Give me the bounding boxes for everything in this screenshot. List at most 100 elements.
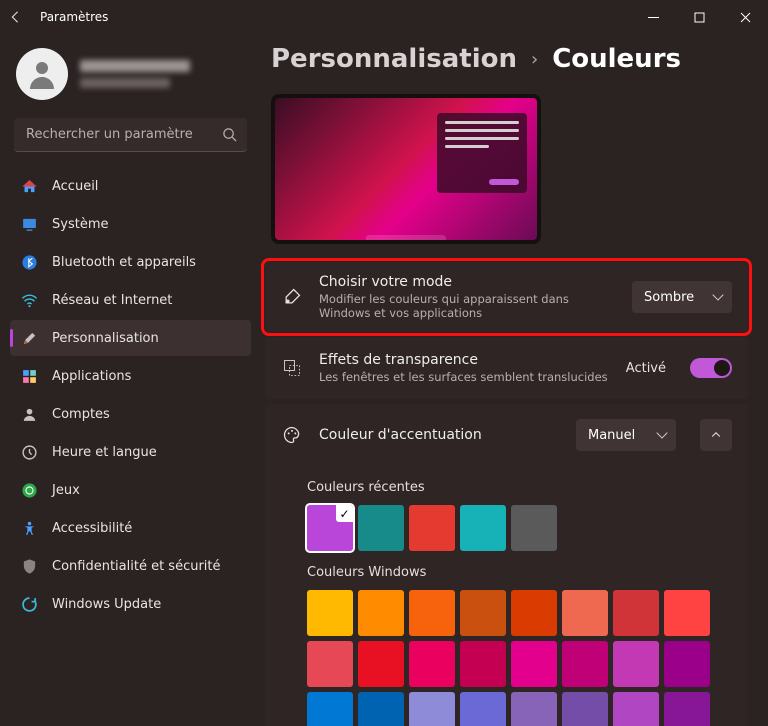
color-swatch[interactable]: [460, 692, 506, 726]
sidebar-item-label: Comptes: [52, 407, 110, 422]
transparency-toggle[interactable]: [690, 358, 732, 378]
bluetooth-icon: [20, 253, 38, 271]
search-input[interactable]: [24, 126, 222, 143]
page-title: Couleurs: [552, 44, 681, 74]
sidebar-item-jeux[interactable]: Jeux: [10, 472, 251, 508]
color-swatch[interactable]: [409, 641, 455, 687]
color-swatch[interactable]: [613, 692, 659, 726]
search-icon: [222, 127, 237, 142]
color-swatch[interactable]: [613, 641, 659, 687]
sidebar-item-bluetooth[interactable]: Bluetooth et appareils: [10, 244, 251, 280]
system-icon: [20, 215, 38, 233]
wifi-icon: [20, 291, 38, 309]
sidebar-item-label: Jeux: [52, 483, 80, 498]
shield-icon: [20, 557, 38, 575]
color-swatch[interactable]: [358, 641, 404, 687]
color-swatch[interactable]: [664, 641, 710, 687]
color-swatch[interactable]: [664, 590, 710, 636]
color-swatch[interactable]: [460, 641, 506, 687]
maximize-button[interactable]: [676, 0, 722, 34]
gaming-icon: [20, 481, 38, 499]
avatar: [16, 48, 68, 100]
accessibility-icon: [20, 519, 38, 537]
sidebar-item-update[interactable]: Windows Update: [10, 586, 251, 622]
row-title: Choisir votre mode: [319, 274, 616, 290]
color-swatch[interactable]: [511, 641, 557, 687]
color-swatch[interactable]: [358, 590, 404, 636]
brush-icon: [20, 329, 38, 347]
sidebar-item-label: Windows Update: [52, 597, 161, 612]
color-swatch[interactable]: [460, 505, 506, 551]
color-swatch[interactable]: [409, 505, 455, 551]
color-swatch[interactable]: [358, 692, 404, 726]
row-accent[interactable]: Couleur d'accentuation Manuel: [265, 404, 748, 466]
theme-preview: [271, 94, 541, 244]
color-swatch[interactable]: [460, 590, 506, 636]
color-swatch[interactable]: [307, 692, 353, 726]
palette-icon: [281, 424, 303, 446]
sidebar-item-systeme[interactable]: Système: [10, 206, 251, 242]
color-swatch[interactable]: [307, 590, 353, 636]
color-swatch[interactable]: [562, 641, 608, 687]
update-icon: [20, 595, 38, 613]
color-swatch[interactable]: [664, 692, 710, 726]
color-swatch[interactable]: [511, 590, 557, 636]
color-swatch[interactable]: [511, 692, 557, 726]
search-box[interactable]: [14, 118, 247, 152]
sidebar-item-heure[interactable]: Heure et langue: [10, 434, 251, 470]
sidebar-item-applications[interactable]: Applications: [10, 358, 251, 394]
recent-colors-label: Couleurs récentes: [307, 480, 748, 495]
color-swatch[interactable]: [409, 692, 455, 726]
color-swatch[interactable]: [613, 590, 659, 636]
sidebar-item-label: Personnalisation: [52, 331, 159, 346]
chevron-right-icon: ›: [531, 49, 538, 70]
transparency-icon: [281, 357, 303, 379]
sidebar-item-label: Accueil: [52, 179, 98, 194]
sidebar-item-label: Accessibilité: [52, 521, 132, 536]
sidebar-item-comptes[interactable]: Comptes: [10, 396, 251, 432]
color-swatch[interactable]: [562, 590, 608, 636]
row-title: Effets de transparence: [319, 352, 610, 368]
recent-colors: [307, 505, 748, 551]
sidebar-item-reseau[interactable]: Réseau et Internet: [10, 282, 251, 318]
sidebar-item-personnalisation[interactable]: Personnalisation: [10, 320, 251, 356]
time-icon: [20, 443, 38, 461]
back-button[interactable]: [8, 10, 22, 24]
mode-dropdown[interactable]: Sombre: [632, 281, 732, 313]
breadcrumb-parent[interactable]: Personnalisation: [271, 44, 517, 74]
color-swatch[interactable]: [511, 505, 557, 551]
color-swatch[interactable]: [562, 692, 608, 726]
brush-icon: [281, 286, 303, 308]
windows-colors-label: Couleurs Windows: [307, 565, 748, 580]
row-transparency[interactable]: Effets de transparence Les fenêtres et l…: [265, 337, 748, 399]
sidebar-item-accueil[interactable]: Accueil: [10, 168, 251, 204]
collapse-button[interactable]: [700, 419, 732, 451]
toggle-state-label: Activé: [626, 361, 666, 376]
windows-colors-grid: [307, 590, 748, 726]
sidebar-item-confidentialite[interactable]: Confidentialité et sécurité: [10, 548, 251, 584]
row-subtitle: Modifier les couleurs qui apparaissent d…: [319, 292, 616, 320]
accounts-icon: [20, 405, 38, 423]
row-title: Couleur d'accentuation: [319, 427, 560, 443]
sidebar-item-label: Bluetooth et appareils: [52, 255, 196, 270]
home-icon: [20, 177, 38, 195]
accent-panel: Couleur d'accentuation Manuel Couleurs r…: [265, 404, 748, 726]
color-swatch[interactable]: [307, 641, 353, 687]
apps-icon: [20, 367, 38, 385]
color-swatch[interactable]: [307, 505, 353, 551]
row-subtitle: Les fenêtres et les surfaces semblent tr…: [319, 370, 610, 384]
color-swatch[interactable]: [358, 505, 404, 551]
sidebar-item-label: Réseau et Internet: [52, 293, 172, 308]
user-header[interactable]: [10, 44, 251, 116]
sidebar-item-label: Applications: [52, 369, 131, 384]
sidebar-item-accessibilite[interactable]: Accessibilité: [10, 510, 251, 546]
close-button[interactable]: [722, 0, 768, 34]
sidebar-item-label: Système: [52, 217, 108, 232]
accent-dropdown[interactable]: Manuel: [576, 419, 676, 451]
sidebar-item-label: Heure et langue: [52, 445, 157, 460]
content: Personnalisation › Couleurs Choisir votr…: [255, 34, 768, 726]
color-swatch[interactable]: [409, 590, 455, 636]
minimize-button[interactable]: [630, 0, 676, 34]
window-title: Paramètres: [40, 10, 108, 24]
row-mode[interactable]: Choisir votre mode Modifier les couleurs…: [265, 262, 748, 332]
